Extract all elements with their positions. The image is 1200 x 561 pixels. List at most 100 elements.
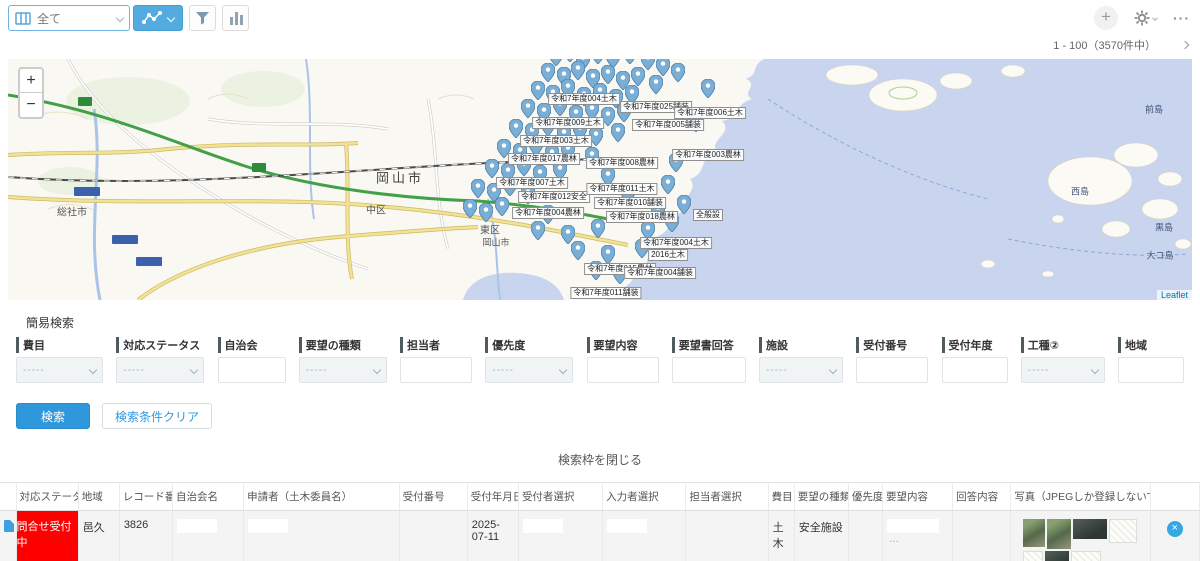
chevron-down-icon (115, 13, 125, 23)
field-label-request-reply: 要望書回答 (671, 337, 746, 353)
marker-tooltip: 令和7年度004農林 (512, 207, 584, 219)
column-header-13[interactable]: 優先度 (848, 482, 883, 511)
map-marker-icon[interactable] (670, 62, 686, 87)
column-header-17[interactable] (1150, 482, 1200, 511)
field-reception-year-input[interactable] (941, 357, 1008, 383)
field-area-input[interactable] (1118, 357, 1184, 383)
photo-thumbnail[interactable] (1045, 551, 1070, 561)
map-marker-icon[interactable] (494, 196, 510, 221)
zoom-in-button[interactable]: + (20, 69, 42, 93)
photo-thumbnail[interactable] (1073, 519, 1108, 539)
photo-thumbnail[interactable] (1071, 551, 1102, 561)
column-header-8[interactable]: 受付者選択 (518, 482, 604, 511)
view-selector-dropdown[interactable]: 全て (8, 5, 130, 31)
map[interactable]: 総社市 岡山市 中区 東区 岡山市 前島 西島 黒島 大コ島 令和7年度004土木 令和7年度025… (8, 59, 1192, 300)
photo-thumbnail[interactable] (1109, 519, 1138, 543)
close-search-link[interactable]: 検索枠を閉じる (16, 451, 1184, 468)
field-neighborhood-association-input[interactable] (217, 357, 286, 383)
column-header-7[interactable]: 受付年月日 (467, 482, 519, 511)
marker-tooltip: 令和7年度009土木 (532, 117, 604, 129)
column-header-16[interactable]: 写真（JPEGしか登録しないでください） (1010, 482, 1151, 511)
table-header-row: 対応ステータス地域レコード番号自治会名申請者（土木委員名）受付番号受付年月日受付… (0, 482, 1200, 511)
field-work-type-select[interactable]: ----- (1020, 357, 1105, 383)
photo-thumbnail[interactable] (1023, 551, 1044, 561)
column-header-4[interactable]: 自治会名 (172, 482, 245, 511)
records-table: 対応ステータス地域レコード番号自治会名申請者（土木委員名）受付番号受付年月日受付… (0, 482, 1200, 561)
gear-icon (1134, 10, 1150, 26)
table-row[interactable]: 問合せ受付中 邑久 3826 2025-07-11 土木 安全施設 … × (0, 510, 1200, 561)
field-facility-select[interactable]: ----- (759, 357, 843, 383)
map-marker-icon[interactable] (462, 198, 478, 223)
status-badge: 問合せ受付中 (16, 511, 78, 561)
map-marker-icon[interactable] (676, 194, 692, 219)
column-header-0[interactable] (0, 482, 17, 511)
field-request-content-input[interactable] (586, 357, 659, 383)
field-request-reply-input[interactable] (671, 357, 746, 383)
map-marker-icon[interactable] (570, 240, 586, 265)
field-reception-number-input[interactable] (856, 357, 929, 383)
marker-tooltip: 令和7年度004舗装 (624, 267, 696, 279)
column-header-6[interactable]: 受付番号 (399, 482, 468, 511)
field-priority-placeholder: ----- (492, 364, 514, 376)
clear-search-button[interactable]: 検索条件クリア (102, 403, 213, 429)
record-detail-icon[interactable] (4, 520, 14, 532)
search-button[interactable]: 検索 (16, 403, 90, 429)
add-record-button[interactable]: + (1094, 6, 1118, 30)
cell-4 (172, 510, 245, 561)
field-label-area: 地域 (1118, 337, 1184, 353)
column-header-9[interactable]: 入力者選択 (602, 482, 687, 511)
map-marker-icon[interactable] (610, 122, 626, 147)
search-field-reception-year: 受付年度 (941, 337, 1008, 383)
map-marker-icon[interactable] (530, 220, 546, 245)
column-header-14[interactable]: 要望内容 (882, 482, 954, 511)
column-header-1[interactable]: 対応ステータス (16, 482, 79, 511)
map-attribution[interactable]: Leaflet (1156, 290, 1192, 300)
toolbar-right: + ··· (1094, 6, 1190, 30)
close-icon[interactable]: × (1166, 521, 1183, 537)
map-place-label: 前島 (1144, 104, 1164, 115)
map-marker-icon[interactable] (700, 78, 716, 103)
map-marker-icon[interactable] (648, 74, 664, 99)
map-place-label: 大コ島 (1146, 250, 1174, 261)
field-work-type-placeholder: ----- (1027, 364, 1050, 376)
field-label-facility: 施設 (759, 337, 843, 353)
column-header-15[interactable]: 回答内容 (952, 482, 1012, 511)
field-priority-select[interactable]: ----- (485, 357, 574, 383)
app-root: 全て + ··· 1 - 100（3570件中） 総社市 岡山市 中区 東区 岡… (0, 0, 1200, 561)
photo-thumbnail[interactable] (1023, 519, 1046, 547)
column-header-11[interactable]: 費目 (768, 482, 795, 511)
field-label-expense-item: 費目 (16, 337, 103, 353)
marker-tooltip: 令和7年度006土木 (674, 107, 746, 119)
cell-7: 2025-07-11 (467, 510, 519, 561)
next-page-icon[interactable] (1180, 40, 1190, 50)
redacted-value (522, 519, 563, 533)
ellipsis-text: … (888, 534, 899, 545)
column-header-5[interactable]: 申請者（土木委員名） (243, 482, 400, 511)
more-options-button[interactable]: ··· (1173, 10, 1190, 26)
field-expense-item-select[interactable]: ----- (16, 357, 103, 383)
column-header-12[interactable]: 要望の種類 (794, 482, 849, 511)
map-marker-icon[interactable] (660, 174, 676, 199)
map-overlay: 総社市 岡山市 中区 東区 岡山市 前島 西島 黒島 大コ島 令和7年度004土木 令和7年度025… (8, 59, 1192, 300)
map-marker-icon[interactable] (478, 202, 494, 227)
field-label-neighborhood-association: 自治会 (217, 337, 286, 353)
filter-button[interactable] (189, 5, 216, 31)
map-place-label: 岡山市 (375, 170, 425, 186)
field-label-person-in-charge: 担当者 (400, 337, 472, 353)
marker-tooltip: 令和7年度012安全 (518, 191, 590, 203)
cell-12: 安全施設 (794, 510, 849, 561)
column-header-3[interactable]: レコード番号 (119, 482, 173, 511)
chevron-down-icon (88, 365, 98, 375)
field-request-type-select[interactable]: ----- (298, 357, 387, 383)
settings-button[interactable] (1134, 10, 1158, 26)
photo-thumbnail[interactable] (1047, 519, 1072, 549)
chart-view-button[interactable] (133, 5, 183, 31)
column-header-2[interactable]: 地域 (78, 482, 120, 511)
column-header-10[interactable]: 担当者選択 (685, 482, 769, 511)
field-response-status-select[interactable]: ----- (116, 357, 205, 383)
plus-icon: + (1101, 7, 1111, 26)
zoom-out-button[interactable]: − (20, 93, 42, 117)
aggregate-button[interactable] (222, 5, 249, 31)
map-marker-icon[interactable] (590, 218, 606, 243)
field-person-in-charge-input[interactable] (400, 357, 472, 383)
